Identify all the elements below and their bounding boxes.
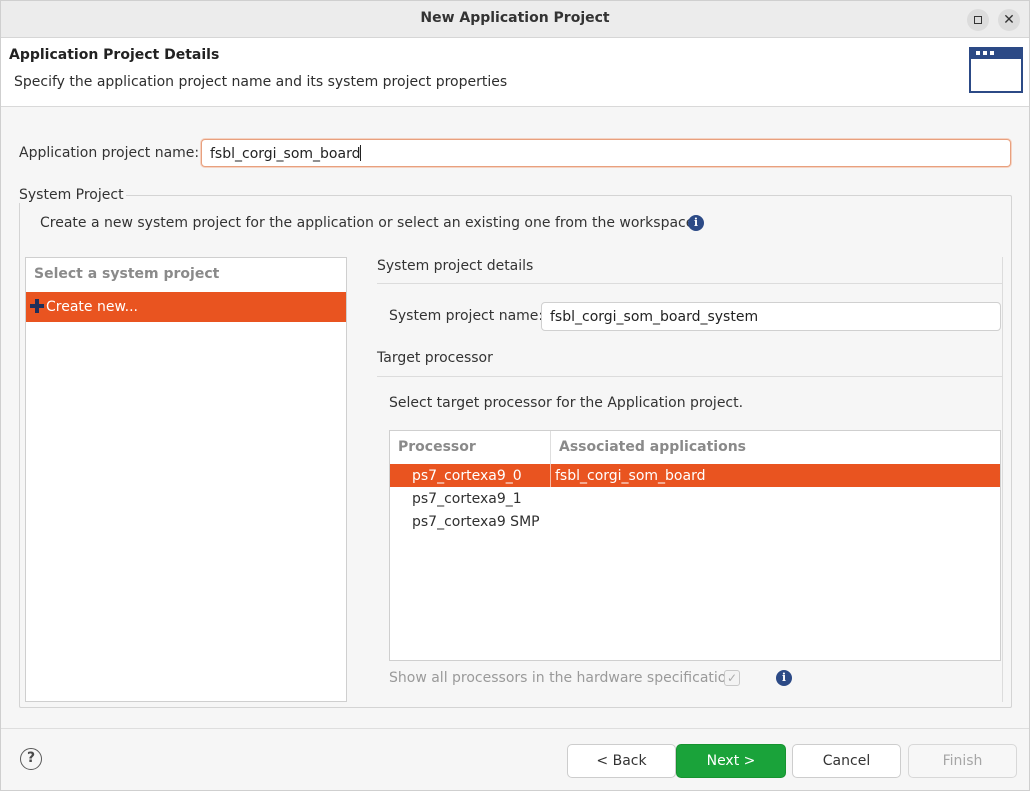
- system-project-list[interactable]: Select a system project Create new...: [25, 257, 347, 702]
- processor-table[interactable]: Processor Associated applications ps7_co…: [389, 430, 1001, 661]
- list-item-create-new[interactable]: Create new...: [26, 292, 346, 322]
- table-row[interactable]: ps7_cortexa9_1: [390, 487, 1000, 510]
- column-header-associated-applications[interactable]: Associated applications: [559, 439, 746, 455]
- table-row[interactable]: ps7_cortexa9 SMP: [390, 510, 1000, 533]
- cancel-button[interactable]: Cancel: [792, 744, 901, 778]
- show-all-processors-label: Show all processors in the hardware spec…: [389, 670, 736, 686]
- processor-cell: ps7_cortexa9 SMP: [412, 513, 540, 530]
- window-title: New Application Project: [420, 10, 610, 26]
- show-all-processors-checkbox[interactable]: ✓: [724, 670, 740, 686]
- maximize-button[interactable]: [967, 9, 989, 31]
- column-separator[interactable]: [550, 431, 551, 464]
- system-project-name-input[interactable]: fsbl_corgi_som_board_system: [541, 302, 1001, 331]
- wizard-window-icon: [969, 47, 1023, 93]
- processor-cell: ps7_cortexa9_0: [412, 467, 522, 484]
- text-caret: [360, 145, 362, 161]
- back-button[interactable]: < Back: [567, 744, 676, 778]
- page-description: Specify the application project name and…: [14, 74, 508, 90]
- applications-cell: fsbl_corgi_som_board: [555, 467, 706, 484]
- close-button[interactable]: ✕: [998, 9, 1020, 31]
- close-icon: ✕: [1003, 12, 1015, 28]
- info-icon[interactable]: i: [776, 670, 792, 686]
- application-project-name-label: Application project name:: [19, 145, 200, 161]
- application-project-name-value: fsbl_corgi_som_board: [210, 146, 361, 162]
- application-project-name-input[interactable]: fsbl_corgi_som_board: [201, 139, 1011, 167]
- target-processor-title: Target processor: [377, 350, 493, 366]
- system-project-description: Create a new system project for the appl…: [40, 215, 695, 231]
- processor-cell: ps7_cortexa9_1: [412, 490, 522, 507]
- footer-divider: [1, 728, 1029, 729]
- list-item-label: Create new...: [46, 299, 138, 315]
- row-separator: [550, 464, 551, 487]
- plus-icon: [30, 299, 44, 313]
- system-project-list-header: Select a system project: [34, 266, 220, 282]
- wizard-header: Application Project Details Specify the …: [1, 38, 1029, 107]
- table-row[interactable]: ps7_cortexa9_0 fsbl_corgi_som_board: [390, 464, 1000, 487]
- title-bar: New Application Project ✕: [1, 1, 1029, 38]
- info-icon[interactable]: i: [688, 215, 704, 231]
- column-header-processor[interactable]: Processor: [398, 439, 476, 455]
- target-processor-description: Select target processor for the Applicat…: [389, 395, 744, 411]
- system-project-name-label: System project name:: [389, 308, 544, 324]
- details-panel-edge: [1002, 257, 1003, 702]
- help-icon[interactable]: ?: [20, 748, 42, 770]
- system-project-legend: System Project: [19, 187, 126, 203]
- maximize-icon: [974, 16, 982, 24]
- page-title: Application Project Details: [9, 47, 220, 63]
- target-divider: [377, 376, 1002, 377]
- new-application-project-dialog: New Application Project ✕ Application Pr…: [0, 0, 1030, 791]
- next-button[interactable]: Next >: [676, 744, 786, 778]
- finish-button[interactable]: Finish: [908, 744, 1017, 778]
- system-project-details-title: System project details: [377, 258, 534, 274]
- details-divider: [377, 283, 1002, 284]
